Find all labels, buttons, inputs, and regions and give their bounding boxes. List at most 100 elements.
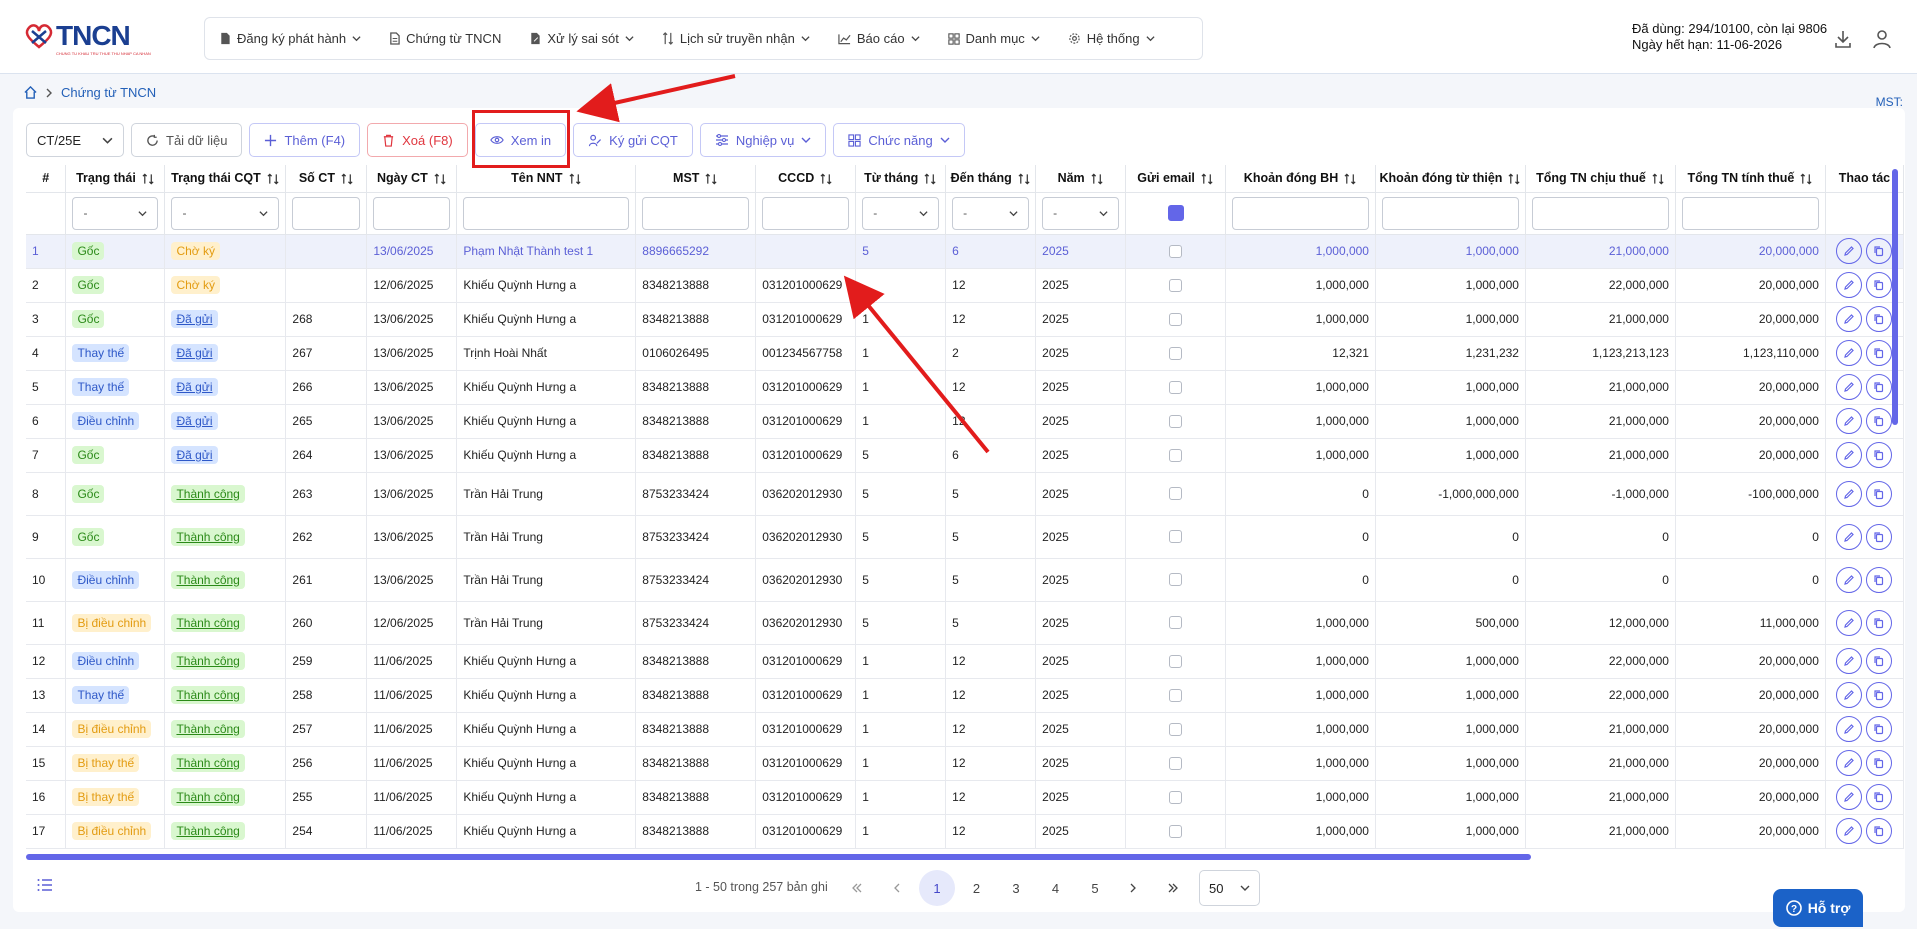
last-page-button[interactable] xyxy=(1155,870,1191,906)
edit-button[interactable] xyxy=(1836,340,1863,366)
copy-button[interactable] xyxy=(1866,238,1893,264)
brand-logo[interactable]: TNCN CHUNG TU KHAU TRU THUE THU NHAP CA … xyxy=(24,20,151,56)
copy-button[interactable] xyxy=(1866,716,1893,742)
copy-button[interactable] xyxy=(1866,648,1893,674)
cqt-status-badge[interactable]: Thành công xyxy=(171,720,245,738)
download-icon[interactable] xyxy=(1833,29,1853,49)
edit-button[interactable] xyxy=(1836,523,1863,550)
cqt-status-badge[interactable]: Thành công xyxy=(171,613,245,632)
filter-select[interactable]: - xyxy=(171,196,280,230)
table-row[interactable]: 11 Bị điều chỉnh Thành công 260 12/06/2025 Tr… xyxy=(26,601,1904,645)
copy-button[interactable] xyxy=(1866,272,1893,298)
page-size-select[interactable]: 50 xyxy=(1199,870,1260,906)
column-header[interactable]: Năm xyxy=(1035,165,1127,193)
filter-input[interactable] xyxy=(762,196,850,230)
table-row[interactable]: 3 Gốc Đã gửi 268 13/06/2025 Khiếu Quỳnh Hưng … xyxy=(26,302,1904,337)
nav-item-5[interactable]: Báo cáo xyxy=(838,31,920,46)
column-header[interactable]: Từ tháng xyxy=(855,165,947,193)
reload-button[interactable]: Tải dữ liệu xyxy=(131,123,243,157)
cqt-status-badge[interactable]: Đã gửi xyxy=(171,344,218,362)
table-row[interactable]: 7 Gốc Đã gửi 264 13/06/2025 Khiếu Quỳnh Hưng … xyxy=(26,438,1904,473)
page-button-3[interactable]: 3 xyxy=(998,870,1034,906)
send-email-checkbox[interactable] xyxy=(1169,573,1183,586)
table-row[interactable]: 17 Bị điều chỉnh Thành công 254 11/06/2025 Kh… xyxy=(26,814,1904,849)
send-email-checkbox[interactable] xyxy=(1169,312,1183,326)
cqt-status-badge[interactable]: Đã gửi xyxy=(171,446,218,464)
send-email-checkbox[interactable] xyxy=(1169,346,1183,360)
page-button-4[interactable]: 4 xyxy=(1038,870,1074,906)
table-row[interactable]: 8 Gốc Thành công 263 13/06/2025 Trần Hải Trun… xyxy=(26,472,1904,516)
filter-input[interactable] xyxy=(373,196,451,230)
table-row[interactable]: 10 Điều chỉnh Thành công 261 13/06/2025 Trần … xyxy=(26,558,1904,602)
edit-button[interactable] xyxy=(1836,272,1863,298)
cqt-status-badge[interactable]: Thành công xyxy=(171,652,245,670)
filter-input[interactable] xyxy=(1381,196,1519,230)
copy-button[interactable] xyxy=(1866,340,1893,366)
copy-button[interactable] xyxy=(1866,374,1893,400)
send-email-checkbox[interactable] xyxy=(1169,790,1183,804)
column-header[interactable]: Gửi email xyxy=(1125,165,1227,193)
send-email-checkbox[interactable] xyxy=(1169,654,1183,668)
email-filter-checkbox[interactable] xyxy=(1167,205,1184,221)
send-email-checkbox[interactable] xyxy=(1169,616,1183,629)
cqt-status-badge[interactable]: Thành công xyxy=(171,754,245,772)
horizontal-scrollbar[interactable] xyxy=(26,854,1531,860)
cqt-status-badge[interactable]: Thành công xyxy=(171,484,245,503)
cqt-status-badge[interactable]: Thành công xyxy=(171,788,245,806)
data-table-container[interactable]: # Trạng thái Trạng thái CQT Số CT Ngày CT Tên… xyxy=(26,165,1904,855)
table-row[interactable]: 16 Bị thay thế Thành công 255 11/06/2025 Khiế… xyxy=(26,780,1904,815)
cqt-status-badge[interactable]: Đã gửi xyxy=(171,378,218,396)
column-header[interactable]: CCCD xyxy=(755,165,857,193)
filter-select[interactable]: - xyxy=(72,196,159,230)
send-email-checkbox[interactable] xyxy=(1169,756,1183,770)
cqt-status-badge[interactable]: Đã gửi xyxy=(171,412,218,430)
column-header[interactable]: Trạng thái xyxy=(65,165,166,193)
delete-button[interactable]: Xoá (F8) xyxy=(367,123,468,157)
filter-select[interactable]: - xyxy=(952,196,1030,230)
send-email-checkbox[interactable] xyxy=(1169,487,1183,500)
column-header[interactable]: Đến tháng xyxy=(945,165,1037,193)
column-header[interactable]: Trạng thái CQT xyxy=(164,165,287,193)
prev-page-button[interactable] xyxy=(879,870,915,906)
nav-item-7[interactable]: Hệ thống xyxy=(1068,31,1155,46)
business-menu-button[interactable]: Nghiệp vụ xyxy=(699,123,827,157)
column-header[interactable]: Tổng TN chịu thuế xyxy=(1525,165,1676,193)
filter-select[interactable]: - xyxy=(862,196,940,230)
edit-button[interactable] xyxy=(1836,374,1863,400)
copy-button[interactable] xyxy=(1866,523,1893,550)
filter-input[interactable] xyxy=(1531,196,1669,230)
table-row[interactable]: 12 Điều chỉnh Thành công 259 11/06/2025 Khiếu… xyxy=(26,644,1904,679)
table-row[interactable]: 2 Gốc Chờ ký 12/06/2025 Khiếu Quỳnh Hưng a 83… xyxy=(26,268,1904,303)
copy-button[interactable] xyxy=(1866,566,1893,593)
page-button-1[interactable]: 1 xyxy=(919,870,955,906)
table-row[interactable]: 1 Gốc Chờ ký 13/06/2025 Phạm Nhật Thành test… xyxy=(26,234,1904,269)
edit-button[interactable] xyxy=(1836,566,1863,593)
functions-menu-button[interactable]: Chức năng xyxy=(833,123,965,157)
send-email-checkbox[interactable] xyxy=(1169,448,1183,462)
cqt-status-badge[interactable]: Thành công xyxy=(171,527,245,546)
edit-button[interactable] xyxy=(1836,682,1863,708)
filter-input[interactable] xyxy=(1232,196,1369,230)
nav-item-4[interactable]: Lịch sử truyền nhận xyxy=(662,31,810,46)
copy-button[interactable] xyxy=(1866,750,1893,776)
filter-select[interactable]: - xyxy=(1042,196,1120,230)
edit-button[interactable] xyxy=(1836,306,1863,332)
vertical-scrollbar[interactable] xyxy=(1892,169,1898,425)
home-icon[interactable] xyxy=(24,86,37,99)
column-header[interactable]: Khoản đóng từ thiện xyxy=(1375,165,1526,193)
nav-item-3[interactable]: Xử lý sai sót xyxy=(529,31,634,46)
column-header[interactable]: Số CT xyxy=(285,165,368,193)
copy-button[interactable] xyxy=(1866,306,1893,332)
nav-item-6[interactable]: Danh mục xyxy=(947,31,1040,46)
edit-button[interactable] xyxy=(1836,784,1863,810)
table-row[interactable]: 4 Thay thế Đã gửi 267 13/06/2025 Trịnh Hoài N… xyxy=(26,336,1904,371)
page-button-5[interactable]: 5 xyxy=(1077,870,1113,906)
copy-button[interactable] xyxy=(1866,442,1893,468)
filter-input[interactable] xyxy=(1681,196,1819,230)
cqt-status-badge[interactable]: Thành công xyxy=(171,822,245,840)
cqt-status-badge[interactable]: Thành công xyxy=(171,686,245,704)
table-row[interactable]: 9 Gốc Thành công 262 13/06/2025 Trần Hải Trun… xyxy=(26,515,1904,559)
edit-button[interactable] xyxy=(1836,238,1863,264)
edit-button[interactable] xyxy=(1836,750,1863,776)
edit-button[interactable] xyxy=(1836,716,1863,742)
